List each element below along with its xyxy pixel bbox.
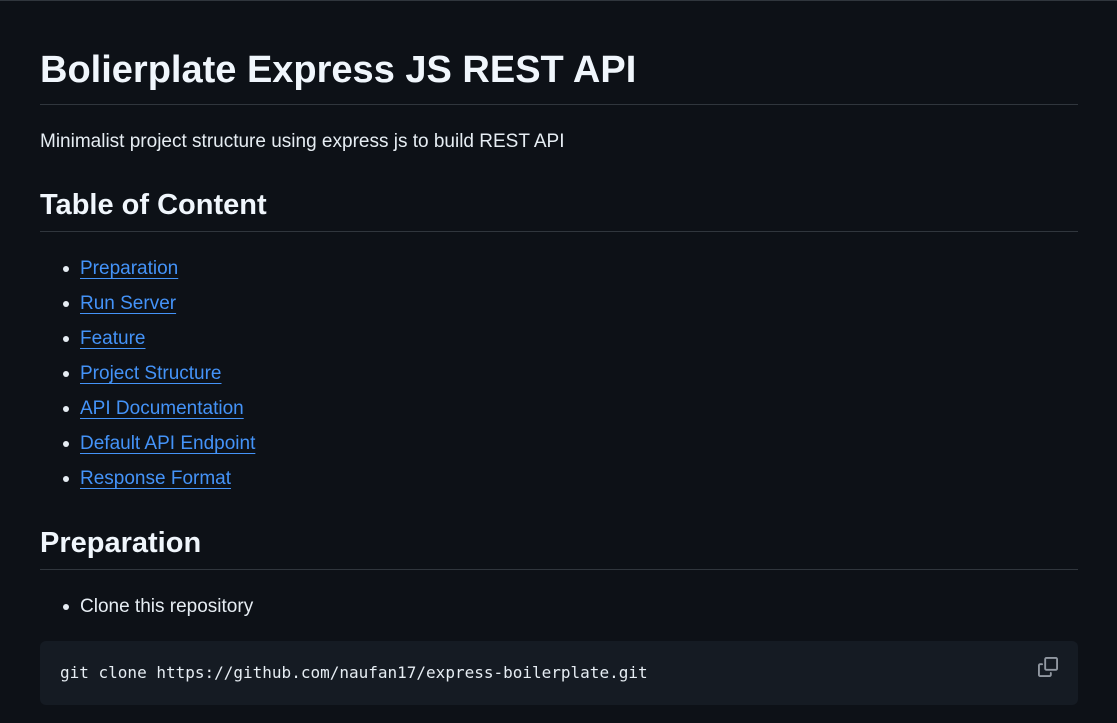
toc-link-run-server[interactable]: Run Server	[80, 293, 176, 314]
toc-link-api-documentation[interactable]: API Documentation	[80, 398, 244, 419]
toc-item: Feature	[60, 327, 255, 362]
code-text[interactable]: git clone https://github.com/naufan17/ex…	[60, 662, 648, 684]
bullet-icon	[63, 336, 69, 342]
toc-link-default-api-endpoint[interactable]: Default API Endpoint	[80, 433, 255, 454]
code-block: git clone https://github.com/naufan17/ex…	[40, 641, 1078, 705]
preparation-list: Clone this repository	[60, 595, 253, 630]
bullet-icon	[63, 301, 69, 307]
page-title: Bolierplate Express JS REST API	[40, 49, 637, 91]
title-divider	[40, 104, 1078, 105]
toc-heading: Table of Content	[40, 189, 267, 221]
toc-list: Preparation Run Server Feature Project S…	[60, 257, 255, 502]
toc-link-project-structure[interactable]: Project Structure	[80, 363, 222, 384]
toc-divider	[40, 231, 1078, 232]
toc-link-preparation[interactable]: Preparation	[80, 258, 178, 279]
toc-item: Default API Endpoint	[60, 432, 255, 467]
preparation-step-text: Clone this repository	[80, 596, 254, 617]
preparation-item: Clone this repository	[60, 595, 253, 630]
bullet-icon	[63, 476, 69, 482]
copy-icon	[1038, 657, 1058, 677]
bullet-icon	[63, 371, 69, 377]
copy-button[interactable]	[1036, 655, 1060, 679]
preparation-divider	[40, 569, 1078, 570]
bullet-icon	[63, 266, 69, 272]
toc-item: Response Format	[60, 467, 255, 502]
bullet-icon	[63, 604, 69, 610]
toc-link-response-format[interactable]: Response Format	[80, 468, 231, 489]
toc-item: Run Server	[60, 292, 255, 327]
toc-item: Project Structure	[60, 362, 255, 397]
project-description: Minimalist project structure using expre…	[40, 131, 565, 152]
bullet-icon	[63, 441, 69, 447]
toc-item: API Documentation	[60, 397, 255, 432]
preparation-heading: Preparation	[40, 527, 202, 559]
bullet-icon	[63, 406, 69, 412]
toc-item: Preparation	[60, 257, 255, 292]
readme-article: Bolierplate Express JS REST API Minimali…	[0, 1, 1117, 723]
toc-link-feature[interactable]: Feature	[80, 328, 145, 349]
